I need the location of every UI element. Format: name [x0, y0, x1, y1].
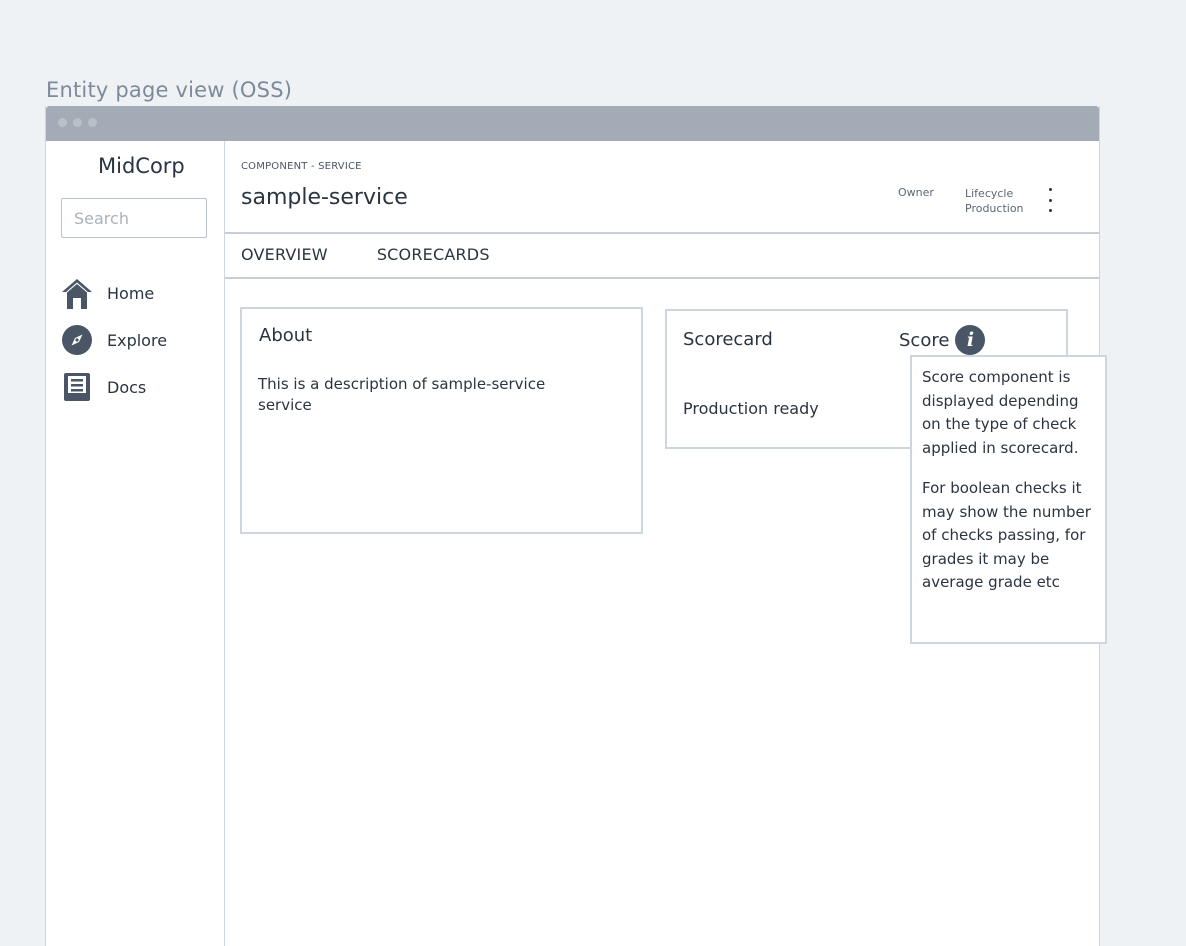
tooltip-paragraph: Score component is displayed depending o…: [922, 368, 1079, 457]
sidebar-item-docs[interactable]: Docs: [61, 370, 211, 404]
sidebar-item-home[interactable]: Home: [61, 276, 211, 310]
header-divider: [225, 232, 1100, 234]
brand-logo[interactable]: MidCorp: [98, 154, 185, 178]
frame-caption: Entity page view (OSS): [46, 78, 293, 102]
browser-window: MidCorp Home Explore: [45, 106, 1107, 946]
window-dot-maximize[interactable]: [88, 118, 97, 127]
sidebar-item-label: Explore: [107, 330, 168, 350]
tabs-divider: [225, 277, 1100, 279]
compass-icon: [61, 324, 93, 356]
main-content: COMPONENT - SERVICE sample-service Owner…: [225, 141, 1107, 946]
docs-icon: [61, 371, 93, 403]
home-icon: [61, 277, 93, 309]
tab-overview[interactable]: OVERVIEW: [241, 245, 328, 264]
window-titlebar: [46, 106, 1099, 141]
info-icon[interactable]: i: [955, 325, 986, 355]
more-options-icon[interactable]: [1043, 188, 1057, 212]
entity-kind: COMPONENT - SERVICE: [241, 161, 362, 172]
search-input[interactable]: [61, 198, 207, 238]
tooltip-paragraph: For boolean checks it may show the numbe…: [922, 479, 1091, 591]
tab-scorecards[interactable]: SCORECARDS: [377, 245, 490, 264]
sidebar: MidCorp Home Explore: [46, 141, 225, 946]
lifecycle-value: Production: [965, 202, 1024, 215]
score-column-header: Score i: [899, 325, 986, 355]
window-dot-minimize[interactable]: [73, 118, 82, 127]
about-title: About: [259, 325, 313, 346]
sidebar-item-explore[interactable]: Explore: [61, 323, 211, 357]
tab-bar: OVERVIEW SCORECARDS: [241, 245, 539, 264]
score-header-label: Score: [899, 329, 950, 351]
sidebar-item-label: Docs: [107, 377, 147, 397]
about-description: This is a description of sample-service …: [258, 375, 546, 414]
score-tooltip: Score component is displayed depending o…: [910, 355, 1107, 644]
scorecard-column-header: Scorecard: [683, 329, 773, 350]
lifecycle-info: Lifecycle Production: [965, 186, 1024, 216]
sidebar-item-label: Home: [107, 283, 155, 303]
window-dot-close[interactable]: [58, 118, 67, 127]
scorecard-row-name[interactable]: Production ready: [683, 399, 819, 418]
lifecycle-label: Lifecycle: [965, 187, 1014, 200]
owner-label: Owner: [898, 186, 934, 199]
about-card: About This is a description of sample-se…: [240, 307, 643, 534]
page-title: sample-service: [241, 185, 408, 210]
